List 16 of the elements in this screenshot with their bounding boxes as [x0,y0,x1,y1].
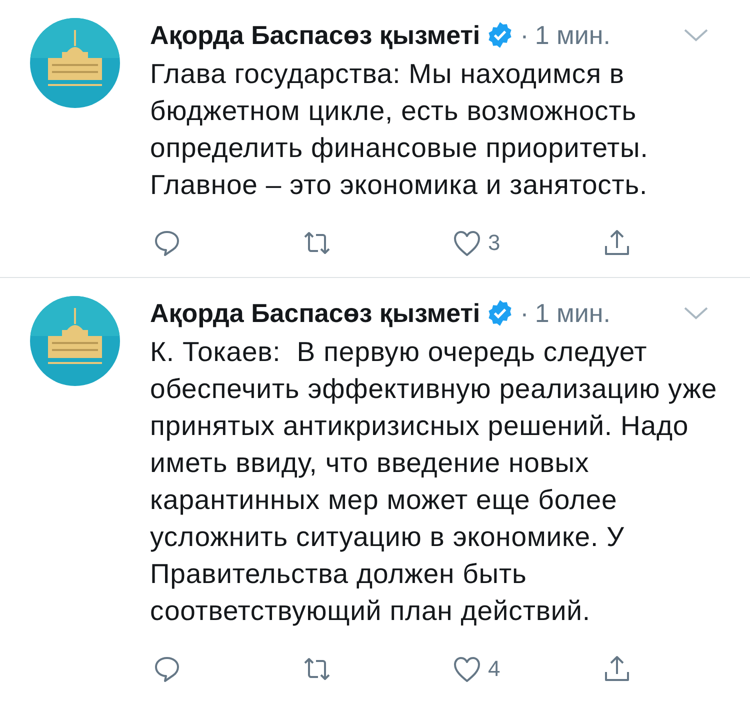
tweet-text: Глава государства: Мы находимся в бюджетном цикле, есть возможность определить финансовые приоритеты. Главное – это экономика и занятость. [150,57,650,202]
share-icon[interactable] [602,228,632,258]
like-count: 3 [488,230,500,256]
tweet-text: К. Токаев: В первую очередь следует обеспечить эффективную реализацию уже принятых антикризисных решений. Надо иметь ввиду, что введение новых карантинных мер может еще более усложнить ситуацию в экономике. У Правительства должен быть соответствующий план действий. [150,335,718,628]
share-icon[interactable] [602,654,632,684]
separator-dot: · [520,298,529,328]
reply-icon[interactable] [152,228,182,258]
timestamp[interactable]: 1 мин. [534,20,610,50]
reply-icon[interactable] [152,654,182,684]
like-icon[interactable] [452,654,482,684]
like-count: 4 [488,656,500,682]
author-name[interactable]: Ақорда Баспасөз қызметі [150,20,480,50]
timestamp[interactable]: 1 мин. [534,298,610,328]
author-name[interactable]: Ақорда Баспасөз қызметі [150,298,480,328]
separator-dot: · [520,20,529,50]
like-icon[interactable] [452,228,482,258]
